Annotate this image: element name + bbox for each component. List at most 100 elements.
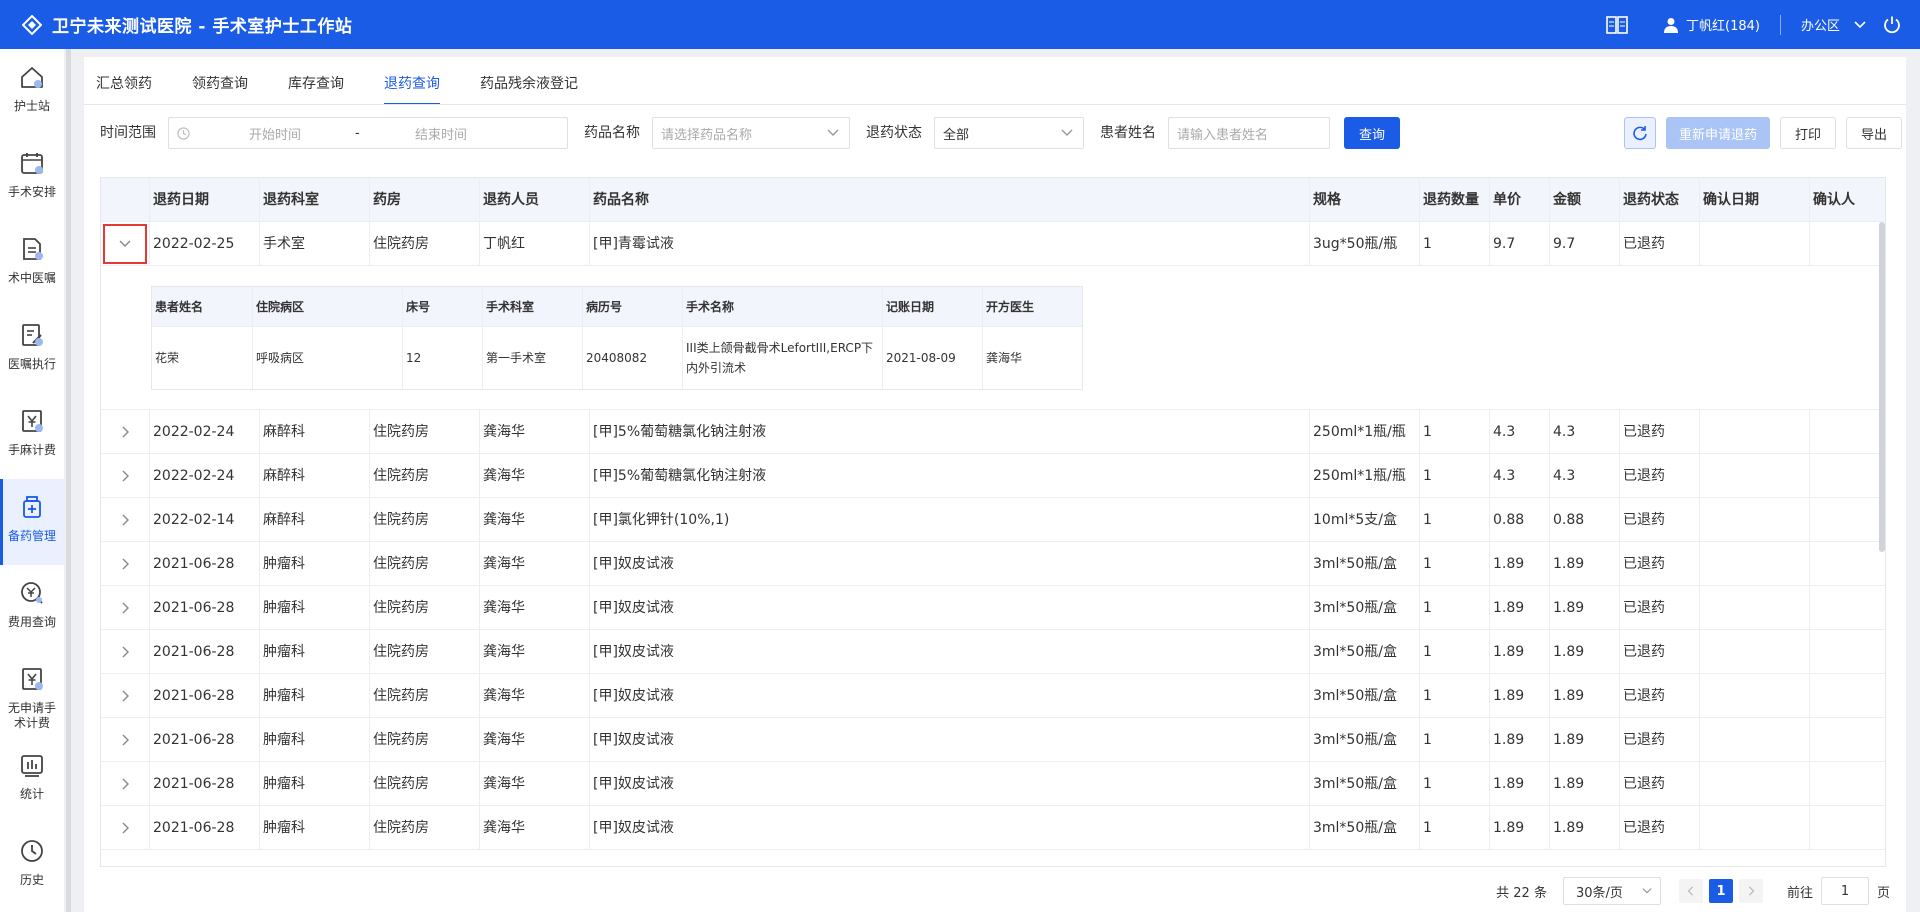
table-row[interactable]: 2021-06-28 肿瘤科 住院药房 龚海华 [甲]奴皮试液 3ml*50瓶/盒 1 1.8…: [101, 806, 1885, 850]
table-row[interactable]: 2021-06-28 肿瘤科 住院药房 龚海华 [甲]奴皮试液 3ml*50瓶/盒 1 1.8…: [101, 630, 1885, 674]
table-cell: 4.3: [1489, 410, 1549, 454]
tab-return-query[interactable]: 退药查询: [384, 73, 440, 105]
yuan-search-icon: [18, 579, 46, 607]
col-header: 退药状态: [1619, 178, 1699, 222]
chevron-right-icon: [121, 426, 129, 438]
sidebar-item-medicine-management[interactable]: 备药管理: [0, 479, 64, 565]
table-cell: 已退药: [1619, 630, 1699, 674]
sidebar-item-anesthesia-billing[interactable]: 手麻计费: [0, 393, 64, 479]
expand-row-button[interactable]: [101, 498, 149, 542]
sidebar-item-nurse-station[interactable]: 护士站: [0, 49, 64, 135]
refresh-button[interactable]: [1624, 117, 1656, 149]
table-cell: 已退药: [1619, 586, 1699, 630]
export-button[interactable]: 导出: [1846, 117, 1902, 149]
current-user[interactable]: 丁帆红(184): [1664, 15, 1760, 34]
table-cell: 3ml*50瓶/盒: [1309, 630, 1419, 674]
table-cell: [1809, 222, 1885, 266]
sidebar-item-intraop-orders[interactable]: 术中医嘱: [0, 221, 64, 307]
table-cell: [1699, 222, 1809, 266]
table-cell: 住院药房: [369, 718, 479, 762]
table-header: 退药日期 退药科室 药房 退药人员 药品名称 规格 退药数量 单价 金额 退药状…: [101, 178, 1885, 222]
expand-cell: [101, 586, 149, 630]
table-row[interactable]: 2021-06-28 肿瘤科 住院药房 龚海华 [甲]奴皮试液 3ml*50瓶/盒 1 1.8…: [101, 762, 1885, 806]
sidebar-item-history[interactable]: 历史: [0, 823, 64, 909]
chevron-down-icon: [119, 240, 131, 248]
table-row[interactable]: 2021-06-28 肿瘤科 住院药房 龚海华 [甲]奴皮试液 3ml*50瓶/盒 1 1.8…: [101, 674, 1885, 718]
chevron-right-icon: [121, 470, 129, 482]
expand-row-button[interactable]: [101, 806, 149, 850]
goto-page-input[interactable]: 1: [1820, 877, 1869, 905]
expand-row-button[interactable]: [101, 762, 149, 806]
table-cell: [甲]5%葡萄糖氯化钠注射液: [589, 410, 1309, 454]
table-row[interactable]: 2022-02-24 麻醉科 住院药房 龚海华 [甲]5%葡萄糖氯化钠注射液 250ml*…: [101, 454, 1885, 498]
page-unit-label: 页: [1876, 885, 1890, 901]
table-row[interactable]: 2022-02-25 手术室 住院药房 丁帆红 [甲]青霉试液 3ug*50瓶/瓶 1 9.7…: [101, 222, 1885, 266]
patient-name-label: 患者姓名: [1100, 125, 1156, 141]
sidebar-item-no-request-billing[interactable]: 无申请手术计费: [0, 651, 64, 737]
sidebar-item-label: 统计: [19, 787, 44, 801]
chevron-right-icon: [1748, 886, 1755, 896]
collapse-row-button[interactable]: [103, 224, 147, 264]
table-scrollbar[interactable]: [1879, 222, 1885, 552]
table-cell: 1.89: [1549, 762, 1619, 806]
tab-summary-dispense[interactable]: 汇总领药: [96, 73, 152, 105]
table-cell: 2021-06-28: [149, 542, 259, 586]
print-button[interactable]: 打印: [1780, 117, 1836, 149]
page-number-current[interactable]: 1: [1708, 879, 1733, 903]
patient-name-placeholder: 请输入患者姓名: [1177, 127, 1269, 143]
chevron-right-icon: [121, 778, 129, 790]
expand-row-button[interactable]: [101, 630, 149, 674]
table-row[interactable]: 2021-06-28 肿瘤科 住院药房 龚海华 [甲]奴皮试液 3ml*50瓶/盒 1 1.8…: [101, 542, 1885, 586]
sidebar-item-label: 医嘱执行: [7, 357, 56, 371]
tab-dispense-query[interactable]: 领药查询: [192, 73, 248, 105]
table-cell: 2022-02-24: [149, 410, 259, 454]
table-cell: 龚海华: [479, 586, 589, 630]
expand-row-button[interactable]: [101, 454, 149, 498]
expand-row-button[interactable]: [101, 542, 149, 586]
page-size-select[interactable]: 30条/页: [1562, 877, 1661, 905]
tab-residual-register[interactable]: 药品残余液登记: [480, 73, 578, 105]
table-cell: [1809, 410, 1885, 454]
table-row[interactable]: 2022-02-14 麻醉科 住院药房 龚海华 [甲]氯化钾针(10%,1) 10ml*5…: [101, 498, 1885, 542]
drug-name-select[interactable]: 请选择药品名称: [652, 117, 850, 149]
table-cell: 住院药房: [369, 454, 479, 498]
book-icon[interactable]: [1606, 15, 1628, 34]
table-row[interactable]: 2021-06-28 肿瘤科 住院药房 龚海华 [甲]奴皮试液 3ml*50瓶/盒 1 1.8…: [101, 586, 1885, 630]
tab-stock-query[interactable]: 库存查询: [288, 73, 344, 105]
table-cell: [1809, 806, 1885, 850]
sidebar: 护士站 手术安排 术中医嘱 医嘱执行 手麻计费 备药管理 费用查询 无申请手术计…: [0, 49, 64, 912]
power-icon[interactable]: [1882, 15, 1902, 35]
prev-page-button[interactable]: [1678, 879, 1703, 903]
return-status-select[interactable]: 全部: [934, 117, 1084, 149]
expand-row-button[interactable]: [101, 586, 149, 630]
sidebar-item-surgery-schedule[interactable]: 手术安排: [0, 135, 64, 221]
col-header: 药房: [369, 178, 479, 222]
sidebar-item-label: 费用查询: [7, 615, 56, 629]
expand-row-button[interactable]: [101, 718, 149, 762]
table-cell: 住院药房: [369, 410, 479, 454]
table-cell: [甲]奴皮试液: [589, 630, 1309, 674]
table-cell: 1: [1419, 498, 1489, 542]
next-page-button[interactable]: [1738, 879, 1763, 903]
sidebar-item-label: 无申请手术计费: [7, 701, 56, 730]
table-row[interactable]: 2021-06-28 肿瘤科 住院药房 龚海华 [甲]奴皮试液 3ml*50瓶/盒 1 1.8…: [101, 718, 1885, 762]
sidebar-item-cost-query[interactable]: 费用查询: [0, 565, 64, 651]
end-time-placeholder: 结束时间: [415, 127, 468, 143]
table-row[interactable]: 2022-02-24 麻醉科 住院药房 龚海华 [甲]5%葡萄糖氯化钠注射液 250ml*…: [101, 410, 1885, 454]
reapply-return-button[interactable]: 重新申请退药: [1666, 117, 1770, 149]
sidebar-scrollbar[interactable]: [66, 49, 71, 912]
area-selector[interactable]: 办公区: [1801, 15, 1840, 34]
table-cell: 1.89: [1489, 542, 1549, 586]
table-cell: 1: [1419, 542, 1489, 586]
query-button[interactable]: 查询: [1344, 117, 1400, 149]
table-cell: 手术室: [259, 222, 369, 266]
expand-row-button[interactable]: [101, 410, 149, 454]
table-cell: [1699, 630, 1809, 674]
total-count: 共 22 条: [1496, 885, 1547, 901]
sidebar-item-order-execution[interactable]: 医嘱执行: [0, 307, 64, 393]
time-range-input[interactable]: 开始时间 - 结束时间: [168, 117, 568, 149]
patient-name-input[interactable]: 请输入患者姓名: [1168, 117, 1330, 149]
chevron-down-icon[interactable]: [1854, 20, 1866, 29]
sidebar-item-statistics[interactable]: 统计: [0, 737, 64, 823]
expand-row-button[interactable]: [101, 674, 149, 718]
